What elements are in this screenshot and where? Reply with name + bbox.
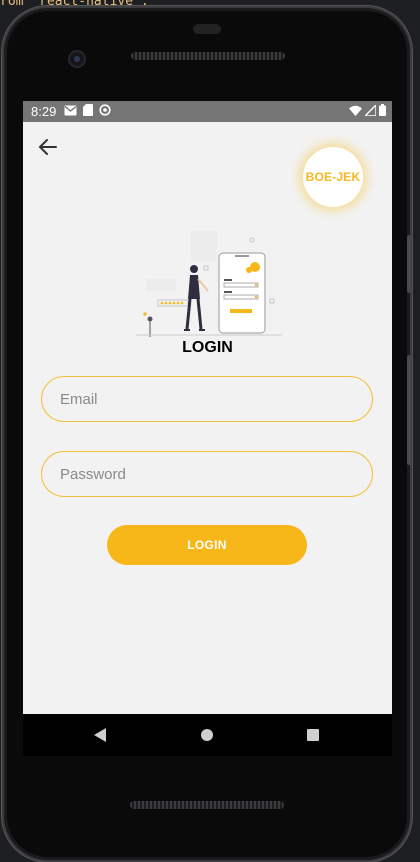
status-bar: 8:29 [23, 101, 392, 122]
brand-logo: BOE-JEK [303, 147, 363, 207]
home-circle-icon[interactable] [201, 729, 213, 741]
sync-icon [99, 104, 111, 119]
bottom-speaker-grille [130, 801, 284, 809]
battery-icon [379, 104, 386, 119]
login-illustration [136, 229, 282, 339]
earpiece-notch [193, 24, 221, 34]
brand-logo-text: BOE-JEK [305, 170, 361, 184]
password-field[interactable] [41, 451, 373, 497]
front-camera [68, 50, 86, 68]
signal-icon [363, 103, 377, 119]
gmail-icon [64, 104, 77, 119]
login-button[interactable]: LOGIN [107, 525, 307, 565]
top-speaker-grille [131, 52, 285, 60]
wifi-icon [349, 104, 362, 119]
page-title: LOGIN [182, 339, 233, 356]
email-field[interactable] [41, 376, 373, 422]
status-time: 8:29 [31, 104, 57, 119]
volume-button [407, 355, 411, 465]
back-triangle-icon[interactable] [93, 728, 107, 747]
sd-card-icon [83, 104, 94, 119]
app-screen: 8:29 BOE-JEK LOGIN Email LOGIN [23, 101, 392, 714]
system-navigation-bar [23, 714, 392, 756]
power-button [407, 235, 411, 293]
recents-square-icon[interactable] [307, 729, 319, 741]
arrow-left-icon[interactable] [36, 135, 60, 159]
